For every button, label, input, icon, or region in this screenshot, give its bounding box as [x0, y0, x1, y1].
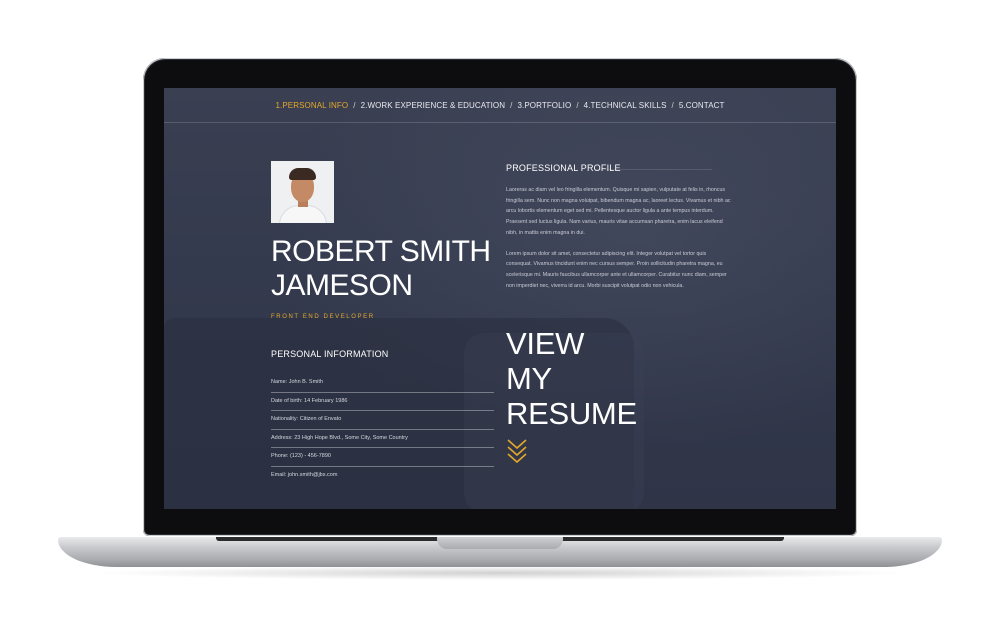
profile-role: FRONT END DEVELOPER [271, 314, 375, 320]
laptop-screen: 1.PERSONAL INFO / 2.WORK EXPERIENCE & ED… [164, 88, 836, 509]
personal-info-heading: PERSONAL INFORMATION [271, 349, 389, 359]
nav-personal-info[interactable]: 1.PERSONAL INFO [275, 101, 348, 110]
profile-paragraph-2: Lorem ipsum dolor sit amet, consectetur … [506, 250, 727, 289]
nav-separator: / [671, 100, 674, 110]
nav-separator: / [576, 100, 579, 110]
chevron-down-icon[interactable] [506, 438, 528, 466]
name-line-2: JAMESON [271, 269, 413, 302]
nav-technical-skills[interactable]: 4.TECHNICAL SKILLS [584, 101, 667, 110]
personal-info-name: Name: John B. Smith [271, 374, 494, 393]
nav-work-experience[interactable]: 2.WORK EXPERIENCE & EDUCATION [361, 101, 506, 110]
top-navigation: 1.PERSONAL INFO / 2.WORK EXPERIENCE & ED… [164, 88, 836, 123]
view-resume-link[interactable]: VIEW MY RESUME [506, 326, 637, 431]
cta-line-3: RESUME [506, 396, 637, 431]
laptop-shadow [90, 566, 910, 580]
professional-profile-text: Laoreras ac diam vel leo fringilla eleme… [506, 185, 731, 291]
nav-portfolio[interactable]: 3.PORTFOLIO [517, 101, 571, 110]
profile-paragraph-1: Laoreras ac diam vel leo fringilla eleme… [506, 187, 731, 236]
laptop-notch [437, 537, 563, 549]
nav-contact[interactable]: 5.CONTACT [679, 101, 725, 110]
name-line-1: ROBERT SMITH [271, 235, 491, 268]
heading-divider [594, 169, 712, 170]
personal-info-list: Name: John B. Smith Date of birth: 14 Fe… [271, 374, 494, 486]
cta-line-1: VIEW [506, 326, 585, 361]
profile-photo [271, 161, 334, 223]
personal-info-dob: Date of birth: 14 February 1986 [271, 393, 494, 412]
nav-separator: / [353, 100, 356, 110]
personal-info-nationality: Nationality: Citizen of Envato [271, 411, 494, 430]
cta-line-2: MY [506, 361, 552, 396]
professional-profile-heading: PROFESSIONAL PROFILE [506, 163, 621, 173]
personal-info-address: Address: 23 High Hope Blvd., Some City, … [271, 430, 494, 449]
profile-name: ROBERT SMITH JAMESON [271, 235, 491, 303]
nav-separator: / [510, 100, 513, 110]
personal-info-email[interactable]: Email: john.smith@jbs.com [271, 467, 494, 486]
personal-info-phone: Phone: (123) - 456-7890 [271, 448, 494, 467]
